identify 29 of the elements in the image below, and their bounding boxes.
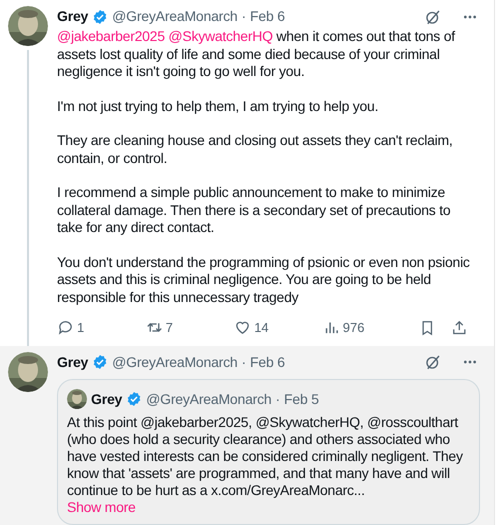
- post-date[interactable]: Feb 5: [284, 388, 319, 410]
- author-name[interactable]: Grey: [91, 388, 122, 410]
- quoted-post-text: At this point @jakebarber2025, @SkywatcherHQ, @rosscoulthart (who does hold a security clearance) and others associated who have vested interests can be considered criminally negligent. They know that 'assets' are programmed, and that many have and will continue to be hurt as a x.com/GreyAreaMonarc...: [67, 414, 464, 498]
- separator-dot: ·: [242, 7, 246, 26]
- mention-link[interactable]: @SkywatcherHQ: [168, 28, 273, 44]
- show-more-link[interactable]: Show more: [67, 498, 136, 516]
- post-text: I recommend a simple public announcement to make to minimize collateral damage. Then there is a secondary set of precautions to take for any direct contact.: [57, 184, 452, 236]
- author-name[interactable]: Grey: [57, 6, 88, 27]
- post-text: You don't understand the programming of psionic or even non psionic assets and this is criminal negligence. You are going to be held responsible for this unnecessary tragedy: [57, 254, 470, 306]
- author-handle[interactable]: @GreyAreaMonarch: [112, 352, 238, 372]
- reply-button[interactable]: 1: [57, 318, 84, 338]
- author-name[interactable]: Grey: [57, 352, 88, 372]
- post-text: They are cleaning house and closing out assets they can't reclaim, contain, or control.: [57, 132, 454, 167]
- post-text: I'm not just trying to help them, I am trying to help you.: [57, 98, 380, 115]
- action-count: 1: [77, 319, 84, 337]
- author-handle[interactable]: @GreyAreaMonarch: [146, 388, 272, 410]
- like-button[interactable]: 14: [234, 318, 269, 338]
- action-count: 976: [342, 319, 364, 337]
- author-handle[interactable]: @GreyAreaMonarch: [112, 6, 238, 27]
- separator-dot: ·: [276, 390, 280, 408]
- action-count: 7: [166, 319, 173, 337]
- post-date[interactable]: Feb 6: [250, 6, 285, 27]
- retweet-button[interactable]: 7: [146, 318, 173, 338]
- action-count: 14: [254, 319, 269, 337]
- post-date[interactable]: Feb 6: [250, 352, 285, 372]
- post-text: @jakebarber2025 @SkywatcherHQ when it comes out that tons of assets lost quality of life and some died because of your criminal negligence it isn't going to go well for you.: [57, 28, 456, 80]
- separator-dot: ·: [242, 352, 246, 372]
- mention-link[interactable]: @jakebarber2025: [57, 28, 165, 44]
- views-button[interactable]: 976: [322, 318, 364, 338]
